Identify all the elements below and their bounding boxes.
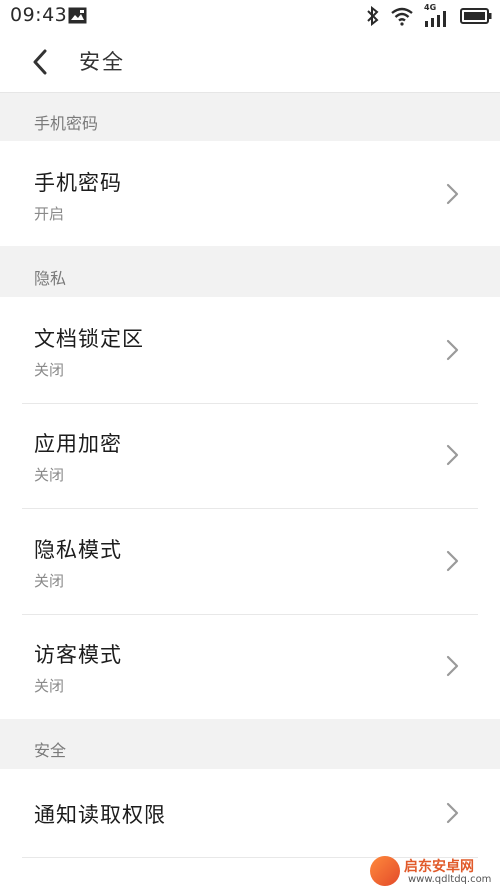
image-notification-icon	[68, 7, 87, 24]
watermark-logo-icon	[370, 856, 400, 886]
section-header-label: 安全	[34, 741, 67, 760]
section-header-label: 手机密码	[34, 114, 99, 133]
page-title: 安全	[79, 50, 125, 74]
settings-item-document-lock[interactable]: 文档锁定区 关闭	[0, 297, 500, 403]
settings-item-privacy-mode[interactable]: 隐私模式 关闭	[0, 509, 500, 614]
back-button[interactable]	[20, 44, 60, 80]
settings-item-guest-mode[interactable]: 访客模式 关闭	[0, 615, 500, 719]
chevron-right-icon	[446, 655, 459, 677]
settings-item-title: 应用加密	[34, 432, 122, 456]
section-header-privacy: 隐私	[0, 246, 500, 297]
watermark-url: www.qdltdq.com	[408, 874, 492, 885]
chevron-right-icon	[446, 183, 459, 205]
settings-item-app-encryption[interactable]: 应用加密 关闭	[0, 404, 500, 508]
section-header-label: 隐私	[34, 269, 67, 288]
battery-icon	[460, 8, 492, 24]
watermark: 启东安卓网 www.qdltdq.com	[370, 856, 500, 889]
status-bar: 09:43 4G	[0, 0, 500, 32]
section-header-security: 安全	[0, 719, 500, 769]
settings-item-status: 关闭	[34, 572, 65, 590]
app-bar: 安全	[0, 32, 500, 93]
chevron-left-icon	[33, 49, 47, 75]
settings-item-title: 通知读取权限	[34, 803, 166, 827]
chevron-right-icon	[446, 802, 459, 824]
status-time: 09:43	[10, 4, 68, 26]
chevron-right-icon	[446, 339, 459, 361]
signal-icon: 4G	[424, 3, 450, 27]
chevron-right-icon	[446, 444, 459, 466]
watermark-text: 启东安卓网	[404, 859, 474, 875]
settings-item-status: 开启	[34, 205, 65, 223]
settings-item-phone-password[interactable]: 手机密码 开启	[0, 141, 500, 246]
settings-item-notification-access[interactable]: 通知读取权限	[0, 769, 500, 857]
settings-item-status: 关闭	[34, 677, 65, 695]
chevron-right-icon	[446, 550, 459, 572]
signal-bars-icon	[425, 11, 446, 27]
settings-item-title: 手机密码	[34, 171, 122, 195]
section-header-phone-password: 手机密码	[0, 93, 500, 141]
settings-item-title: 隐私模式	[34, 538, 122, 562]
settings-item-title: 访客模式	[34, 643, 122, 667]
bluetooth-icon	[367, 6, 379, 26]
settings-item-status: 关闭	[34, 361, 65, 379]
settings-item-title: 文档锁定区	[34, 327, 144, 351]
wifi-icon	[391, 7, 413, 26]
settings-item-status: 关闭	[34, 466, 65, 484]
